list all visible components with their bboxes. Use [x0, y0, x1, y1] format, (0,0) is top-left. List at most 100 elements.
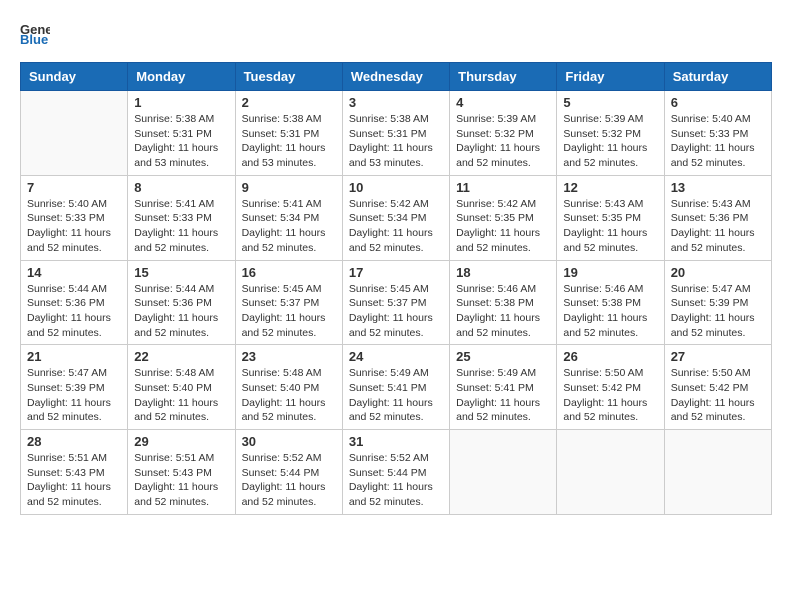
day-info: Sunrise: 5:40 AMSunset: 5:33 PMDaylight:… — [671, 112, 765, 171]
calendar-cell: 15 Sunrise: 5:44 AMSunset: 5:36 PMDayligh… — [128, 260, 235, 345]
calendar-cell — [450, 430, 557, 515]
day-number: 16 — [242, 265, 336, 280]
day-number: 13 — [671, 180, 765, 195]
day-info: Sunrise: 5:45 AMSunset: 5:37 PMDaylight:… — [349, 282, 443, 341]
calendar-cell: 24Sunrise: 5:49 AMSunset: 5:41 PMDayligh… — [342, 345, 449, 430]
calendar-cell: 27Sunrise: 5:50 AMSunset: 5:42 PMDayligh… — [664, 345, 771, 430]
day-info: Sunrise: 5:38 AMSunset: 5:31 PMDaylight:… — [134, 112, 228, 171]
calendar-cell: 21 Sunrise: 5:47 AMSunset: 5:39 PMDayligh… — [21, 345, 128, 430]
day-number: 8 — [134, 180, 228, 195]
day-info: Sunrise: 5:42 AMSunset: 5:34 PMDaylight:… — [349, 197, 443, 256]
calendar-cell: 25 Sunrise: 5:49 AMSunset: 5:41 PMDayligh… — [450, 345, 557, 430]
calendar-cell: 18 Sunrise: 5:46 AMSunset: 5:38 PMDayligh… — [450, 260, 557, 345]
calendar-cell — [664, 430, 771, 515]
calendar-cell: 14 Sunrise: 5:44 AMSunset: 5:36 PMDayligh… — [21, 260, 128, 345]
day-header-tuesday: Tuesday — [235, 63, 342, 91]
calendar-cell: 16 Sunrise: 5:45 AMSunset: 5:37 PMDayligh… — [235, 260, 342, 345]
day-info: Sunrise: 5:52 AMSunset: 5:44 PMDaylight:… — [242, 451, 336, 510]
day-info: Sunrise: 5:44 AMSunset: 5:36 PMDaylight:… — [134, 282, 228, 341]
week-row-1: 7 Sunrise: 5:40 AMSunset: 5:33 PMDaylight… — [21, 175, 772, 260]
day-number: 17 — [349, 265, 443, 280]
calendar-cell: 28 Sunrise: 5:51 AMSunset: 5:43 PMDayligh… — [21, 430, 128, 515]
day-info: Sunrise: 5:42 AMSunset: 5:35 PMDaylight:… — [456, 197, 550, 256]
logo: General Blue — [20, 20, 52, 44]
calendar-cell: 3 Sunrise: 5:38 AMSunset: 5:31 PMDaylight… — [342, 91, 449, 176]
day-number: 18 — [456, 265, 550, 280]
day-info: Sunrise: 5:46 AMSunset: 5:38 PMDaylight:… — [456, 282, 550, 341]
day-header-saturday: Saturday — [664, 63, 771, 91]
day-number: 27 — [671, 349, 765, 364]
day-info: Sunrise: 5:52 AMSunset: 5:44 PMDaylight:… — [349, 451, 443, 510]
calendar-cell: 29 Sunrise: 5:51 AMSunset: 5:43 PMDayligh… — [128, 430, 235, 515]
week-row-2: 14 Sunrise: 5:44 AMSunset: 5:36 PMDayligh… — [21, 260, 772, 345]
day-number: 28 — [27, 434, 121, 449]
calendar-cell: 13 Sunrise: 5:43 AMSunset: 5:36 PMDayligh… — [664, 175, 771, 260]
day-number: 29 — [134, 434, 228, 449]
svg-text:Blue: Blue — [20, 32, 48, 44]
day-number: 24 — [349, 349, 443, 364]
day-number: 26 — [563, 349, 657, 364]
day-number: 30 — [242, 434, 336, 449]
day-number: 22 — [134, 349, 228, 364]
day-header-sunday: Sunday — [21, 63, 128, 91]
day-number: 2 — [242, 95, 336, 110]
day-info: Sunrise: 5:39 AMSunset: 5:32 PMDaylight:… — [456, 112, 550, 171]
calendar-cell: 10 Sunrise: 5:42 AMSunset: 5:34 PMDayligh… — [342, 175, 449, 260]
day-info: Sunrise: 5:46 AMSunset: 5:38 PMDaylight:… — [563, 282, 657, 341]
day-number: 4 — [456, 95, 550, 110]
day-info: Sunrise: 5:41 AMSunset: 5:33 PMDaylight:… — [134, 197, 228, 256]
day-header-friday: Friday — [557, 63, 664, 91]
calendar-cell — [21, 91, 128, 176]
day-info: Sunrise: 5:45 AMSunset: 5:37 PMDaylight:… — [242, 282, 336, 341]
day-info: Sunrise: 5:43 AMSunset: 5:36 PMDaylight:… — [671, 197, 765, 256]
week-row-0: 1Sunrise: 5:38 AMSunset: 5:31 PMDaylight… — [21, 91, 772, 176]
day-info: Sunrise: 5:51 AMSunset: 5:43 PMDaylight:… — [134, 451, 228, 510]
day-number: 10 — [349, 180, 443, 195]
calendar-cell: 19 Sunrise: 5:46 AMSunset: 5:38 PMDayligh… — [557, 260, 664, 345]
day-number: 5 — [563, 95, 657, 110]
day-info: Sunrise: 5:40 AMSunset: 5:33 PMDaylight:… — [27, 197, 121, 256]
day-info: Sunrise: 5:51 AMSunset: 5:43 PMDaylight:… — [27, 451, 121, 510]
calendar-cell: 9 Sunrise: 5:41 AMSunset: 5:34 PMDaylight… — [235, 175, 342, 260]
day-number: 11 — [456, 180, 550, 195]
day-number: 7 — [27, 180, 121, 195]
day-number: 25 — [456, 349, 550, 364]
calendar-cell: 23Sunrise: 5:48 AMSunset: 5:40 PMDayligh… — [235, 345, 342, 430]
day-info: Sunrise: 5:41 AMSunset: 5:34 PMDaylight:… — [242, 197, 336, 256]
calendar-cell: 7 Sunrise: 5:40 AMSunset: 5:33 PMDaylight… — [21, 175, 128, 260]
day-info: Sunrise: 5:38 AMSunset: 5:31 PMDaylight:… — [349, 112, 443, 171]
calendar-cell: 8 Sunrise: 5:41 AMSunset: 5:33 PMDaylight… — [128, 175, 235, 260]
day-header-monday: Monday — [128, 63, 235, 91]
calendar-cell: 26 Sunrise: 5:50 AMSunset: 5:42 PMDayligh… — [557, 345, 664, 430]
calendar-cell: 2 Sunrise: 5:38 AMSunset: 5:31 PMDaylight… — [235, 91, 342, 176]
day-info: Sunrise: 5:38 AMSunset: 5:31 PMDaylight:… — [242, 112, 336, 171]
calendar-cell: 17 Sunrise: 5:45 AMSunset: 5:37 PMDayligh… — [342, 260, 449, 345]
calendar-cell: 20 Sunrise: 5:47 AMSunset: 5:39 PMDayligh… — [664, 260, 771, 345]
day-number: 21 — [27, 349, 121, 364]
day-number: 20 — [671, 265, 765, 280]
day-number: 6 — [671, 95, 765, 110]
week-row-4: 28 Sunrise: 5:51 AMSunset: 5:43 PMDayligh… — [21, 430, 772, 515]
day-number: 15 — [134, 265, 228, 280]
day-info: Sunrise: 5:43 AMSunset: 5:35 PMDaylight:… — [563, 197, 657, 256]
calendar-cell: 11 Sunrise: 5:42 AMSunset: 5:35 PMDayligh… — [450, 175, 557, 260]
calendar-cell: 5 Sunrise: 5:39 AMSunset: 5:32 PMDaylight… — [557, 91, 664, 176]
day-info: Sunrise: 5:49 AMSunset: 5:41 PMDaylight:… — [456, 366, 550, 425]
day-number: 12 — [563, 180, 657, 195]
day-info: Sunrise: 5:48 AMSunset: 5:40 PMDaylight:… — [134, 366, 228, 425]
day-info: Sunrise: 5:39 AMSunset: 5:32 PMDaylight:… — [563, 112, 657, 171]
week-row-3: 21 Sunrise: 5:47 AMSunset: 5:39 PMDayligh… — [21, 345, 772, 430]
day-number: 19 — [563, 265, 657, 280]
day-info: Sunrise: 5:47 AMSunset: 5:39 PMDaylight:… — [27, 366, 121, 425]
calendar-cell: 12 Sunrise: 5:43 AMSunset: 5:35 PMDayligh… — [557, 175, 664, 260]
day-number: 3 — [349, 95, 443, 110]
day-number: 14 — [27, 265, 121, 280]
day-info: Sunrise: 5:44 AMSunset: 5:36 PMDaylight:… — [27, 282, 121, 341]
calendar-cell: 4 Sunrise: 5:39 AMSunset: 5:32 PMDaylight… — [450, 91, 557, 176]
calendar-cell: 30 Sunrise: 5:52 AMSunset: 5:44 PMDayligh… — [235, 430, 342, 515]
calendar-cell: 22 Sunrise: 5:48 AMSunset: 5:40 PMDayligh… — [128, 345, 235, 430]
day-info: Sunrise: 5:50 AMSunset: 5:42 PMDaylight:… — [563, 366, 657, 425]
calendar: SundayMondayTuesdayWednesdayThursdayFrid… — [20, 62, 772, 515]
day-number: 9 — [242, 180, 336, 195]
day-info: Sunrise: 5:47 AMSunset: 5:39 PMDaylight:… — [671, 282, 765, 341]
